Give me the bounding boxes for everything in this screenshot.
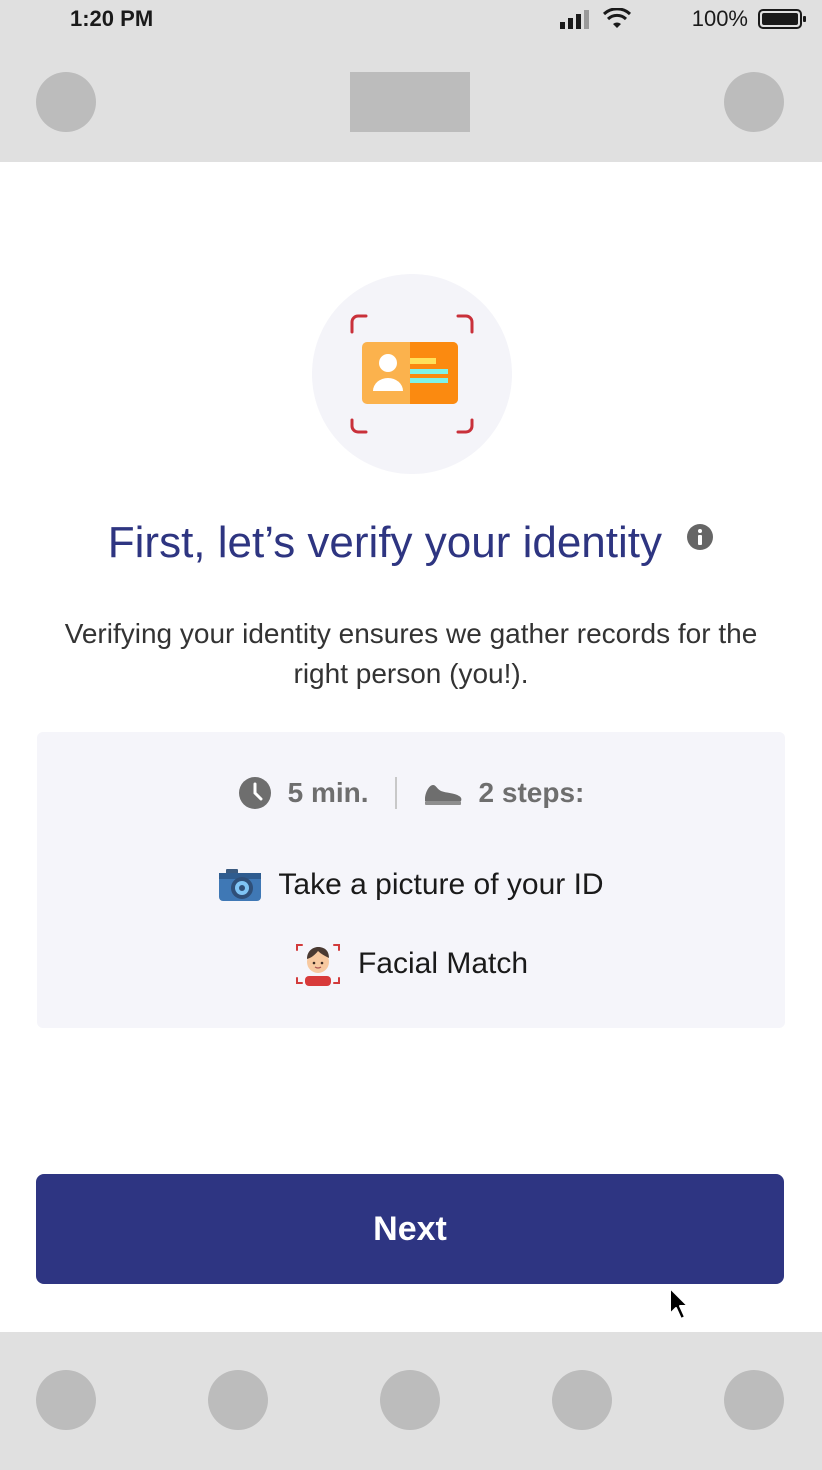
wifi-icon xyxy=(602,8,631,28)
mouse-cursor-icon xyxy=(669,1287,689,1320)
status-indicators: 100% xyxy=(558,6,808,32)
face-scan-icon xyxy=(295,944,340,986)
top-navigation-bar xyxy=(0,40,822,162)
duration-text: 5 min. xyxy=(287,777,369,808)
info-icon[interactable] xyxy=(686,523,714,551)
step-2-label: Facial Match xyxy=(357,947,529,980)
step-take-id-picture: Take a picture of your ID xyxy=(37,868,785,902)
description-text: Verifying your identity ensures we gathe… xyxy=(64,618,758,689)
tab-item-4[interactable] xyxy=(552,1370,612,1430)
tab-item-1[interactable] xyxy=(36,1370,96,1430)
tab-item-2[interactable] xyxy=(208,1370,268,1430)
step-facial-match: Facial Match xyxy=(37,940,785,988)
page-title: First, let’s verify your identity xyxy=(0,516,822,568)
step-1-label: Take a picture of your ID xyxy=(278,868,604,901)
battery-percentage: 100% xyxy=(691,6,748,31)
status-time: 1:20 PM xyxy=(70,6,154,31)
nav-title-placeholder xyxy=(350,72,470,132)
id-card-scan-icon xyxy=(350,314,474,434)
nav-right-button[interactable] xyxy=(724,72,784,132)
camera-icon xyxy=(219,869,262,901)
verification-info-card: 5 min. 2 steps: Take a picture of your I… xyxy=(37,732,785,1028)
steps-count-item: 2 steps: xyxy=(423,777,585,809)
nav-left-button[interactable] xyxy=(36,72,96,132)
page-title-text: First, let’s verify your identity xyxy=(107,518,662,568)
duration-item: 5 min. xyxy=(238,776,369,810)
battery-icon xyxy=(758,9,806,29)
shoe-icon xyxy=(424,785,461,805)
status-bar: 1:20 PM 100% xyxy=(0,0,822,40)
steps-count-text: 2 steps: xyxy=(478,777,585,808)
hero-illustration xyxy=(312,274,512,474)
meta-divider xyxy=(394,777,397,809)
tab-item-5[interactable] xyxy=(724,1370,784,1430)
next-button[interactable]: Next xyxy=(36,1174,784,1284)
bottom-tab-bar xyxy=(0,1332,822,1470)
signal-icon xyxy=(559,10,589,29)
clock-icon xyxy=(238,777,271,809)
tab-item-3[interactable] xyxy=(380,1370,440,1430)
meta-row: 5 min. 2 steps: xyxy=(37,776,785,810)
